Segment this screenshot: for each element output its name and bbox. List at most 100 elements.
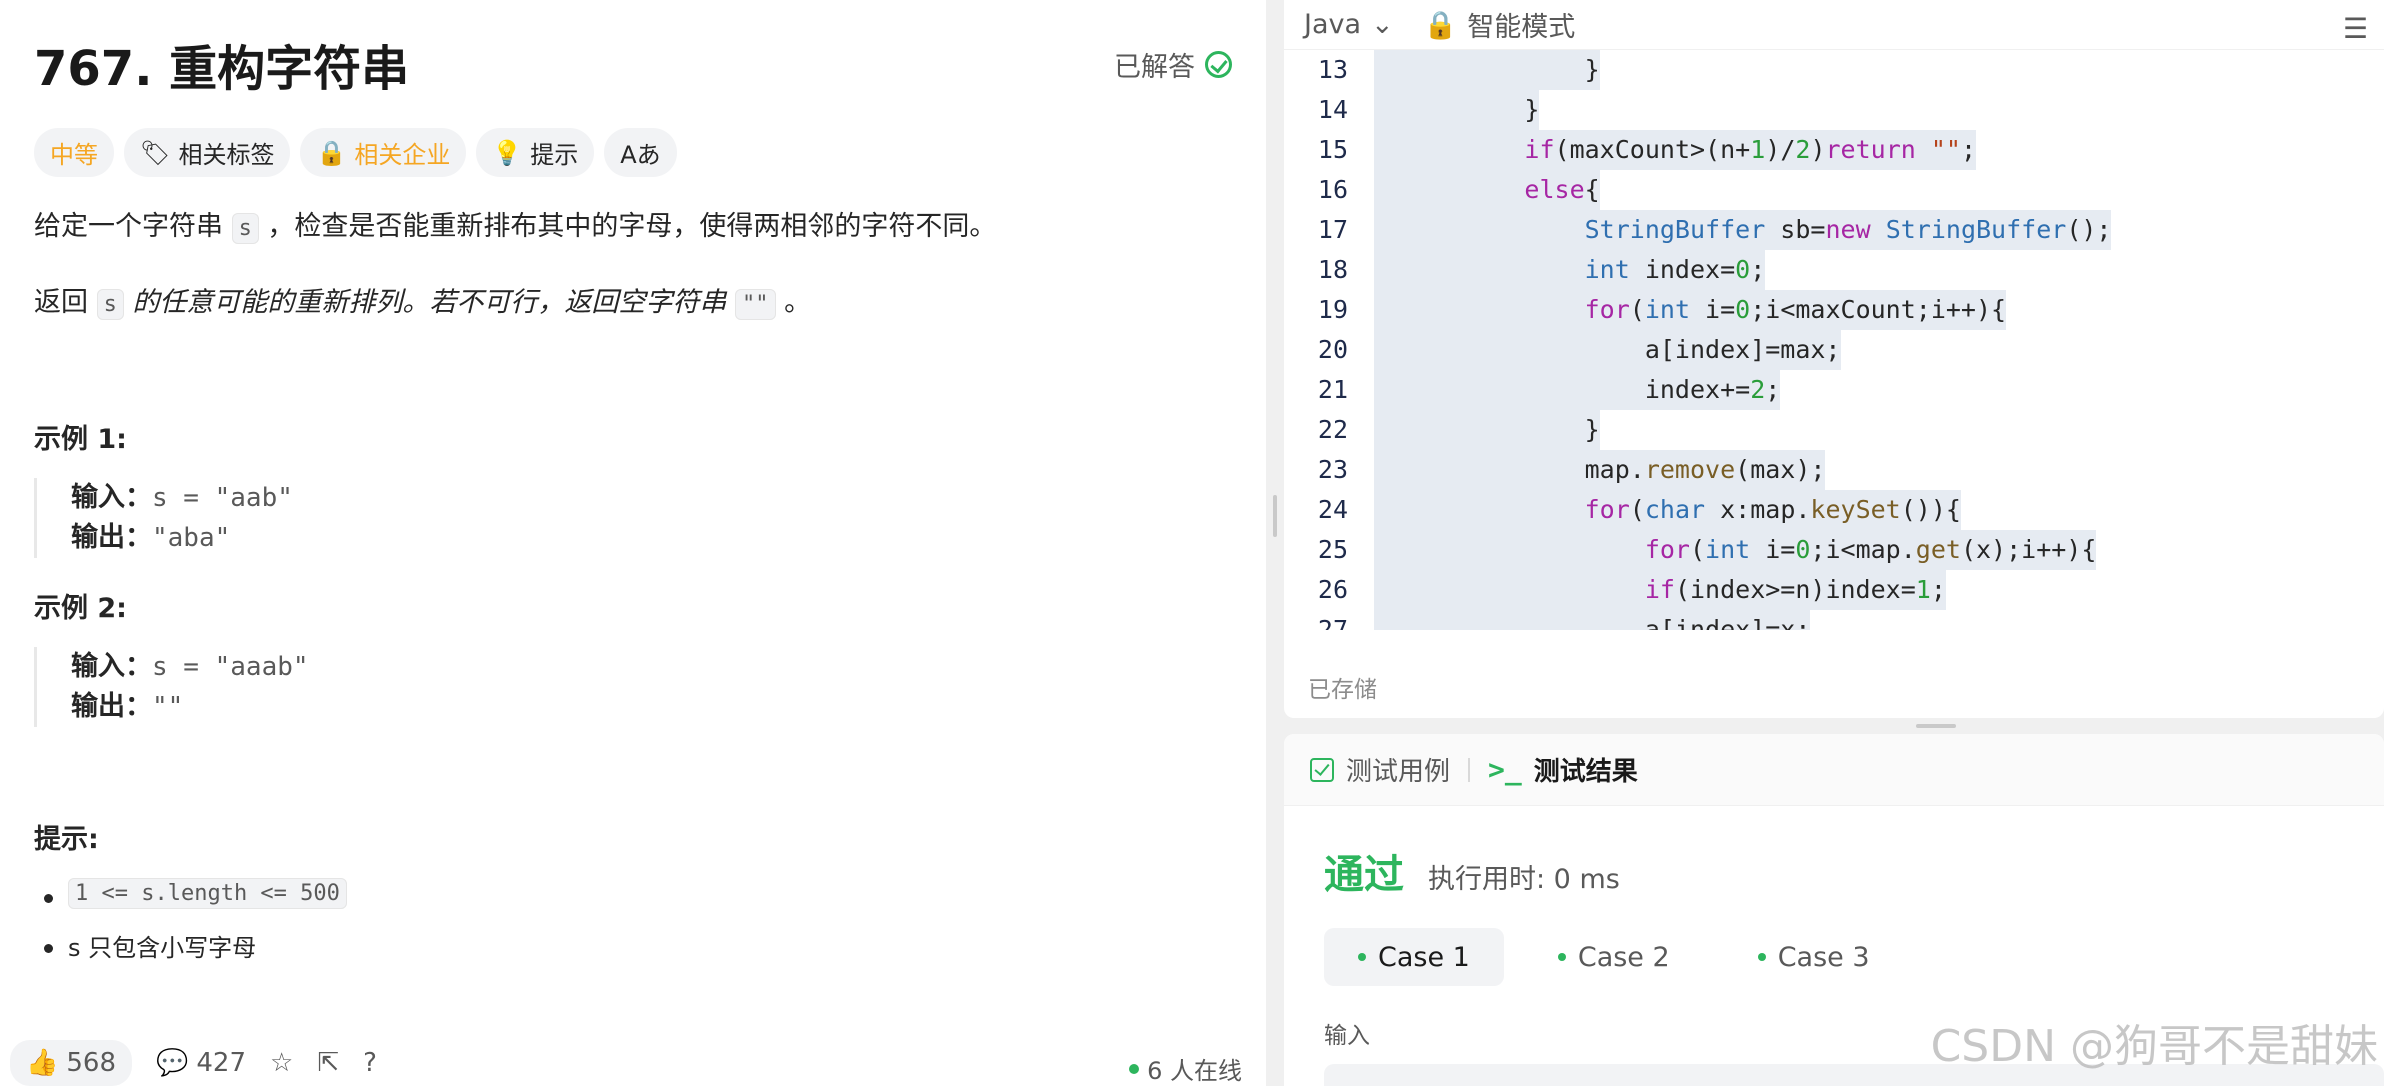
comments-button[interactable]: 💬 427	[156, 1048, 246, 1078]
online-count: 6 人在线	[1129, 1051, 1242, 1086]
code-line[interactable]: 13 }	[1284, 50, 2384, 90]
share-button[interactable]: ⇱	[317, 1048, 339, 1078]
bottom-toolbar: 👍 568 💬 427 ☆ ⇱ ? 6 人在线	[0, 1040, 1266, 1086]
code-line[interactable]: 26 if(index>=n)index=1;	[1284, 570, 2384, 610]
list-item: 1 <= s.length <= 500	[44, 878, 1232, 909]
lock-icon: 🔒	[316, 138, 347, 167]
results-tabs: 测试用例 >_ 测试结果	[1284, 734, 2384, 806]
related-companies-button[interactable]: 🔒 相关企业	[300, 128, 467, 177]
code-line[interactable]: 27 a[index]=x;	[1284, 610, 2384, 630]
code-text: map.remove(max);	[1374, 450, 1826, 490]
check-circle-icon	[1205, 50, 1232, 78]
comment-count: 427	[196, 1048, 247, 1078]
solved-label: 已解答	[1114, 51, 1195, 83]
code-line[interactable]: 25 for(int i=0;i<map.get(x);i++){	[1284, 530, 2384, 570]
code-line[interactable]: 22 }	[1284, 410, 2384, 450]
tab-testcases[interactable]: 测试用例	[1310, 751, 1450, 788]
star-icon: ☆	[270, 1048, 294, 1078]
chevron-down-icon: ⌄	[1371, 9, 1394, 40]
difficulty-tag[interactable]: 中等	[34, 128, 114, 177]
online-dot-icon	[1129, 1063, 1140, 1074]
code-text: else{	[1374, 170, 1600, 210]
vertical-splitter[interactable]	[1266, 0, 1284, 1086]
code-text: }	[1374, 50, 1600, 90]
line-number: 25	[1317, 535, 1348, 564]
splitter-handle[interactable]	[1916, 724, 1956, 728]
help-button[interactable]: ?	[363, 1048, 377, 1078]
lock-icon: 🔒	[1423, 9, 1458, 41]
exec-time: 执行用时: 0 ms	[1428, 864, 1620, 895]
tag-icon: 🏷	[140, 138, 171, 167]
code-line[interactable]: 17 StringBuffer sb=new StringBuffer();	[1284, 210, 2384, 250]
list-item: s 只包含小写字母	[44, 928, 1232, 963]
tag-row: 中等 🏷 相关标签 🔒 相关企业 💡 提示 Aあ	[34, 128, 1232, 177]
example-1-title: 示例 1:	[34, 424, 127, 455]
line-number: 24	[1317, 495, 1348, 524]
code-text: if(index>=n)index=1;	[1374, 570, 1946, 610]
save-status: 已存储	[1308, 677, 1377, 703]
like-count: 568	[66, 1048, 117, 1078]
code-editor-panel: Java ⌄ 🔒 智能模式 ☰ 13 } 14 } 15 if(maxCount>(…	[1284, 0, 2384, 718]
inline-code: s	[96, 289, 124, 320]
tab-test-result[interactable]: >_ 测试结果	[1488, 751, 1638, 788]
code-line[interactable]: 16 else{	[1284, 170, 2384, 210]
example-2-block: 输入：s = "aaab" 输出：""	[34, 647, 1232, 727]
related-tags-button[interactable]: 🏷 相关标签	[124, 128, 291, 177]
watermark: CSDN @狗哥不是甜妹	[1930, 1021, 2378, 1072]
translate-button[interactable]: Aあ	[604, 128, 677, 177]
hint-button[interactable]: 💡 提示	[476, 128, 595, 177]
case-tab-3[interactable]: Case 3	[1724, 928, 1904, 986]
line-number: 20	[1317, 335, 1348, 364]
code-line[interactable]: 21 index+=2;	[1284, 370, 2384, 410]
code-line[interactable]: 14 }	[1284, 90, 2384, 130]
share-icon: ⇱	[317, 1048, 340, 1078]
code-text: for(int i=0;i<map.get(x);i++){	[1374, 530, 2097, 570]
code-line[interactable]: 18 int index=0;	[1284, 250, 2384, 290]
line-number: 15	[1317, 135, 1348, 164]
code-text: StringBuffer sb=new StringBuffer();	[1374, 210, 2112, 250]
line-number: 27	[1317, 615, 1348, 630]
splitter-handle[interactable]	[1273, 495, 1277, 537]
code-text: int index=0;	[1374, 250, 1766, 290]
code-line[interactable]: 15 if(maxCount>(n+1)/2)return "";	[1284, 130, 2384, 170]
case-tabs: Case 1 Case 2 Case 3	[1324, 928, 2384, 986]
code-text: for(char x:map.keySet()){	[1374, 490, 1961, 530]
inline-code: ""	[735, 289, 776, 320]
thumbs-up-icon: 👍	[26, 1048, 59, 1078]
line-number: 13	[1317, 55, 1348, 84]
code-area[interactable]: 13 } 14 } 15 if(maxCount>(n+1)/2)return ""…	[1284, 50, 2384, 630]
line-number: 16	[1317, 175, 1348, 204]
line-number: 14	[1317, 95, 1348, 124]
code-text: }	[1374, 90, 1540, 130]
lightbulb-icon: 💡	[492, 138, 523, 167]
line-number: 21	[1317, 375, 1348, 404]
line-number: 19	[1317, 295, 1348, 324]
editor-toolbar: Java ⌄ 🔒 智能模式 ☰	[1284, 0, 2384, 50]
code-line[interactable]: 20 a[index]=max;	[1284, 330, 2384, 370]
example-2-title: 示例 2:	[34, 593, 127, 624]
favorite-button[interactable]: ☆	[270, 1048, 293, 1078]
line-number: 17	[1317, 215, 1348, 244]
constraints-title: 提示:	[34, 824, 99, 855]
smart-mode-toggle[interactable]: 🔒 智能模式	[1424, 5, 1576, 44]
code-text: if(maxCount>(n+1)/2)return "";	[1374, 130, 1977, 170]
code-line[interactable]: 24 for(char x:map.keySet()){	[1284, 490, 2384, 530]
translate-icon: Aあ	[620, 141, 661, 169]
constraints-list: 1 <= s.length <= 500 s 只包含小写字母	[34, 878, 1232, 963]
code-line[interactable]: 23 map.remove(max);	[1284, 450, 2384, 490]
help-icon: ?	[363, 1048, 377, 1078]
menu-icon[interactable]: ☰	[2343, 12, 2368, 45]
case-tab-2[interactable]: Case 2	[1524, 928, 1704, 986]
terminal-icon: >_	[1488, 753, 1522, 786]
code-text: a[index]=x;	[1374, 610, 1811, 630]
like-button[interactable]: 👍 568	[10, 1040, 133, 1086]
case-tab-1[interactable]: Case 1	[1324, 928, 1504, 986]
problem-description: 给定一个字符串 s ，检查是否能重新排布其中的字母，使得两相邻的字符不同。 返回…	[34, 211, 997, 320]
horizontal-splitter[interactable]	[1284, 718, 2384, 734]
line-number: 26	[1317, 575, 1348, 604]
results-panel: 测试用例 >_ 测试结果 通过 执行用时: 0 ms Case 1 Case 2…	[1284, 734, 2384, 1086]
language-select[interactable]: Java ⌄	[1304, 9, 1394, 40]
solved-status: 已解答	[1114, 45, 1232, 84]
code-text: for(int i=0;i<maxCount;i++){	[1374, 290, 2007, 330]
code-line[interactable]: 19 for(int i=0;i<maxCount;i++){	[1284, 290, 2384, 330]
